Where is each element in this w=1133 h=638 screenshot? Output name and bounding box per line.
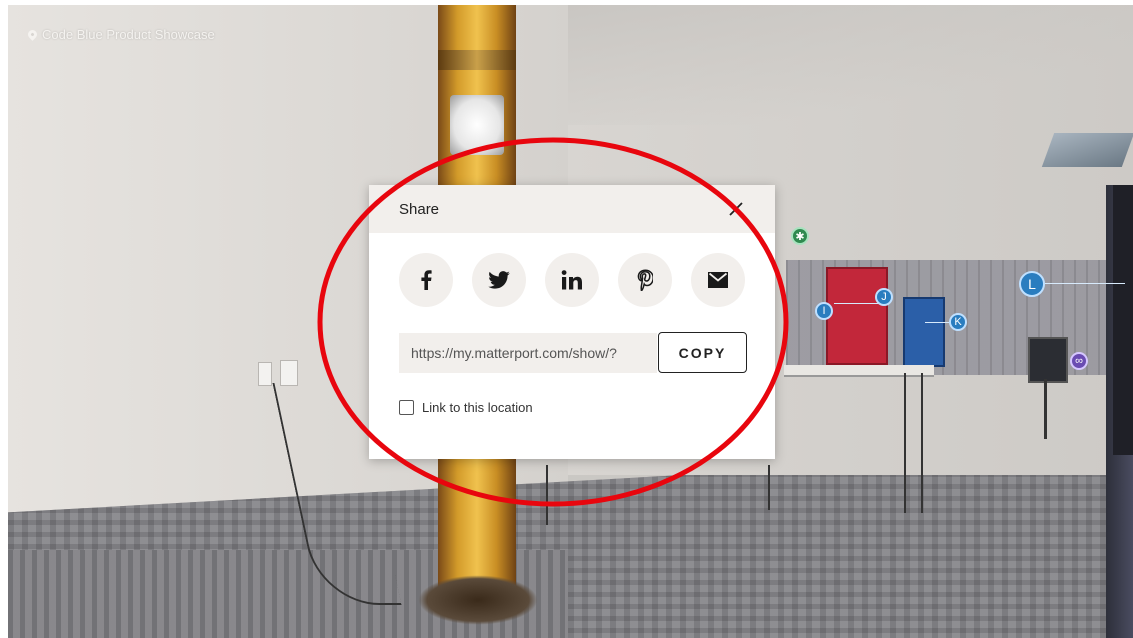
table [784,365,934,377]
email-share-button[interactable] [691,253,745,307]
twitter-share-button[interactable] [472,253,526,307]
share-dialog: Share https://my.matterport.com/show/? C… [369,185,775,459]
dialog-title: Share [399,200,440,218]
hotspot-line [834,303,879,304]
table-leg [546,465,548,525]
facebook-share-button[interactable] [399,253,453,307]
tag-hotspot-link[interactable]: ∞ [1070,352,1088,370]
tour-title-text: Code Blue Product Showcase [42,27,215,42]
hotspot-label: K [954,316,962,328]
red-emergency-box [826,267,888,365]
close-button[interactable] [726,199,746,219]
share-link-row: COPY [399,332,775,373]
link-location-label: Link to this location [422,400,533,415]
table-leg [904,373,906,513]
linkedin-share-button[interactable] [545,253,599,307]
pinterest-share-button[interactable] [618,253,672,307]
hotspot-label: L [1028,276,1036,292]
location-pin-icon [26,28,39,41]
kiosk [1028,337,1068,383]
tag-hotspot[interactable]: ✱ [791,227,809,245]
tag-hotspot-j[interactable]: J [875,288,893,306]
tour-title[interactable]: Code Blue Product Showcase [26,27,215,42]
copy-button[interactable]: COPY [658,332,747,373]
blue-emergency-box [903,297,945,367]
tower-light [450,95,504,155]
pinterest-icon [637,269,653,291]
close-icon [729,202,743,216]
dark-panel [1113,185,1133,455]
share-link-input[interactable] [399,332,657,373]
dialog-header: Share [369,185,775,233]
facebook-icon [421,270,432,290]
hotspot-label: I [822,305,826,317]
envelope-icon [708,272,728,288]
tag-hotspot-k[interactable]: K [949,313,967,331]
link-location-option[interactable]: Link to this location [399,400,775,415]
table-leg [921,373,923,513]
linkedin-icon [561,270,582,290]
table-leg [768,465,770,510]
hotspot-line [1045,283,1125,284]
hotspot-label: J [881,291,887,303]
hotspot-line [925,322,949,323]
social-share-row [369,233,775,307]
twitter-icon [488,271,510,289]
ceiling [568,5,1133,125]
wall-outlet [258,362,272,386]
link-location-checkbox[interactable] [399,400,414,415]
tower-base [418,575,538,625]
tag-hotspot-l[interactable]: L [1019,271,1045,297]
tag-hotspot-i[interactable]: I [815,302,833,320]
tower-band [438,50,516,70]
kiosk-stand [1044,379,1047,439]
solar-panel [1041,133,1133,167]
